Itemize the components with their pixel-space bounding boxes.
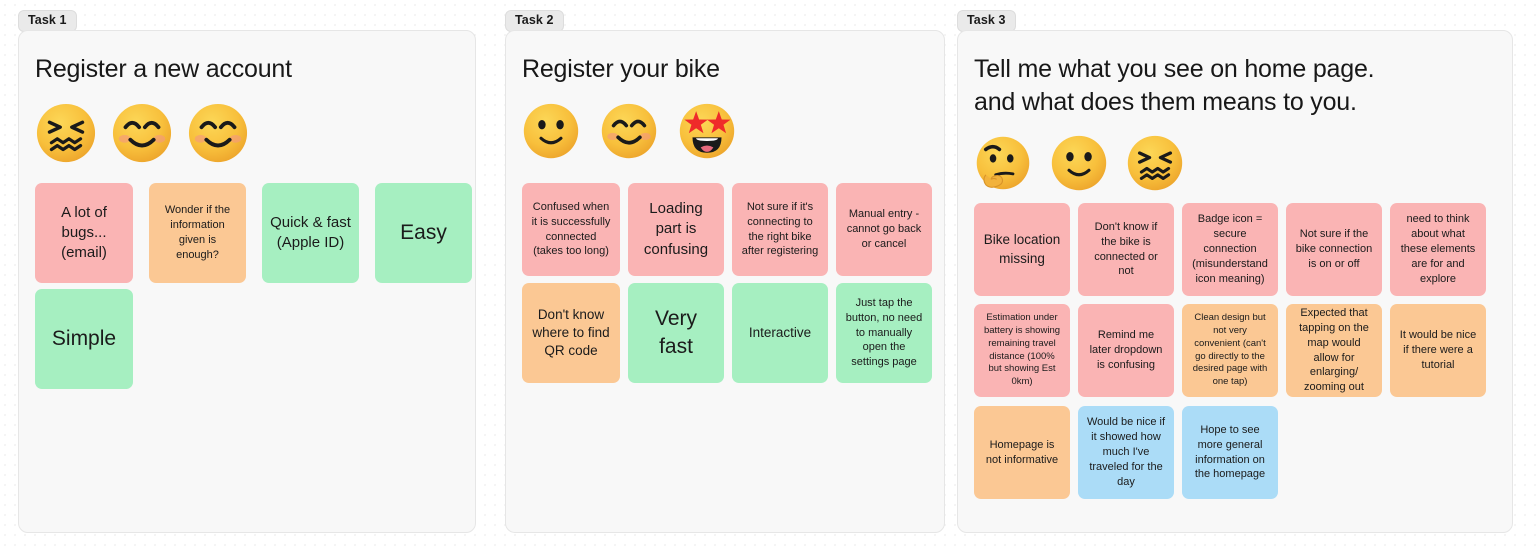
whiteboard-canvas[interactable]: Task 1 Register a new account A lot of b…: [0, 0, 1536, 549]
sticky-note-text: Don't know if the bike is connected or n…: [1094, 220, 1158, 278]
sticky-note-text: Not sure if the bike connection is on or…: [1295, 228, 1373, 270]
frame-task-2[interactable]: Register your bike Confused when it is s…: [505, 30, 945, 533]
sticky-note[interactable]: Clean design but not very convenient (ca…: [1182, 304, 1278, 397]
slightly-smiling-face-emoji: [1050, 134, 1108, 192]
task-2-emoji-row: [522, 102, 736, 160]
sticky-note-text: Quick & fast (Apple ID): [270, 213, 351, 251]
sticky-note-text: Wonder if the information given is enoug…: [164, 204, 231, 261]
sticky-note-text: Would be nice if it showed how much I've…: [1086, 416, 1166, 488]
sticky-note-text: Remind me later dropdown is confusing: [1089, 329, 1163, 371]
sticky-note[interactable]: Homepage is not informative: [974, 406, 1070, 499]
sticky-note-text: Don't know where to find QR code: [532, 306, 610, 359]
sticky-note[interactable]: Don't know where to find QR code: [522, 283, 620, 383]
confounded-face-emoji: [35, 102, 97, 164]
frame-task-3[interactable]: Tell me what you see on home page. and w…: [957, 30, 1513, 533]
sticky-note-text: Easy: [400, 220, 447, 244]
smiling-face-with-smiling-eyes-emoji: [600, 102, 658, 160]
sticky-note-text: Very fast: [654, 306, 698, 358]
sticky-note[interactable]: Not sure if the bike connection is on or…: [1286, 203, 1382, 296]
sticky-note[interactable]: Quick & fast (Apple ID): [262, 183, 359, 283]
sticky-note-text: Hope to see more general information on …: [1194, 423, 1266, 481]
slightly-smiling-face-emoji: [522, 102, 580, 160]
star-struck-emoji: [678, 102, 736, 160]
sticky-note[interactable]: Easy: [375, 183, 472, 283]
thinking-face-emoji: [974, 134, 1032, 192]
sticky-note[interactable]: Don't know if the bike is connected or n…: [1078, 203, 1174, 296]
sticky-note[interactable]: Manual entry - cannot go back or cancel: [836, 183, 932, 276]
sticky-note[interactable]: Bike location missing: [974, 203, 1070, 296]
sticky-note-text: Interactive: [748, 324, 812, 340]
sticky-note-text: Manual entry - cannot go back or cancel: [846, 208, 922, 250]
task-1-title: Register a new account: [35, 55, 292, 83]
frame-label-task-2[interactable]: Task 2: [505, 10, 564, 32]
task-3-emoji-row: [974, 134, 1184, 192]
task-1-emoji-row: [35, 102, 249, 164]
task-2-title: Register your bike: [522, 55, 720, 83]
sticky-note[interactable]: A lot of bugs... (email): [35, 183, 133, 283]
sticky-note[interactable]: It would be nice if there were a tutoria…: [1390, 304, 1486, 397]
frame-task-1[interactable]: Register a new account A lot of bugs... …: [18, 30, 476, 533]
sticky-note-text: Clean design but not very convenient (ca…: [1192, 312, 1268, 388]
smiling-face-with-smiling-eyes-emoji: [111, 102, 173, 164]
frame-label-task-1[interactable]: Task 1: [18, 10, 77, 32]
sticky-note[interactable]: Interactive: [732, 283, 828, 383]
sticky-note-text: Not sure if it's connecting to the right…: [741, 200, 819, 258]
sticky-note[interactable]: Just tap the button, no need to manually…: [836, 283, 932, 383]
sticky-note-text: It would be nice if there were a tutoria…: [1399, 329, 1477, 371]
sticky-note[interactable]: Estimation under battery is showing rema…: [974, 304, 1070, 397]
sticky-note[interactable]: Badge icon = secure connection (misunder…: [1182, 203, 1278, 296]
sticky-note[interactable]: Not sure if it's connecting to the right…: [732, 183, 828, 276]
frame-label-task-3[interactable]: Task 3: [957, 10, 1016, 32]
sticky-note-text: Just tap the button, no need to manually…: [845, 296, 923, 369]
sticky-note-text: Homepage is not informative: [985, 438, 1059, 466]
sticky-note-text: need to think about what these elements …: [1400, 213, 1476, 285]
sticky-note[interactable]: Expected that tapping on the map would a…: [1286, 304, 1382, 397]
sticky-note-text: Loading part is confusing: [643, 200, 709, 258]
sticky-note[interactable]: Simple: [35, 289, 133, 389]
sticky-note[interactable]: Loading part is confusing: [628, 183, 724, 276]
sticky-note[interactable]: Very fast: [628, 283, 724, 383]
sticky-note[interactable]: Would be nice if it showed how much I've…: [1078, 406, 1174, 499]
sticky-note[interactable]: need to think about what these elements …: [1390, 203, 1486, 296]
sticky-note-text: Estimation under battery is showing rema…: [983, 312, 1061, 388]
smiling-face-with-smiling-eyes-emoji: [187, 102, 249, 164]
sticky-note-text: Confused when it is successfully connect…: [531, 200, 611, 258]
sticky-note-text: Bike location missing: [983, 232, 1061, 266]
sticky-note[interactable]: Confused when it is successfully connect…: [522, 183, 620, 276]
task-3-title: Tell me what you see on home page. and w…: [974, 55, 1375, 116]
sticky-note-text: A lot of bugs... (email): [61, 203, 107, 262]
sticky-note-text: Simple: [51, 326, 117, 350]
sticky-note-text: Expected that tapping on the map would a…: [1299, 306, 1369, 394]
sticky-note-text: Badge icon = secure connection (misunder…: [1192, 213, 1268, 285]
sticky-note[interactable]: Wonder if the information given is enoug…: [149, 183, 246, 283]
sticky-note[interactable]: Remind me later dropdown is confusing: [1078, 304, 1174, 397]
sticky-note[interactable]: Hope to see more general information on …: [1182, 406, 1278, 499]
confounded-face-emoji: [1126, 134, 1184, 192]
